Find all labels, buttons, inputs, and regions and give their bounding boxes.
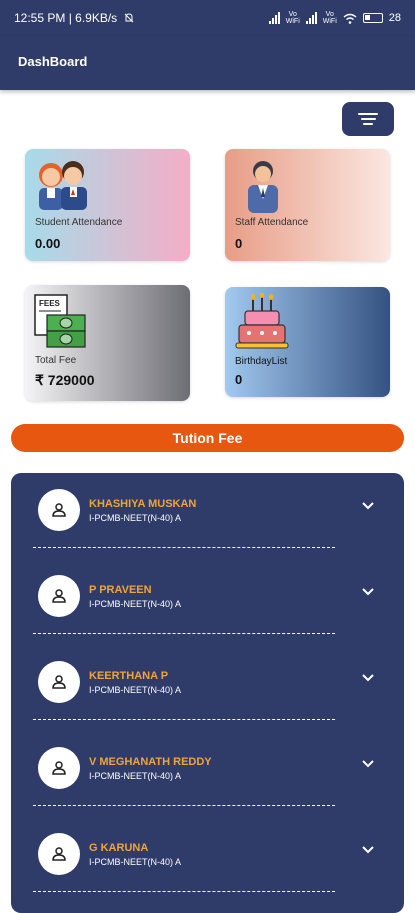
app-bar: DashBoard xyxy=(0,36,415,90)
staff-attendance-card[interactable]: Staff Attendance 0 xyxy=(225,149,390,261)
total-fee-label: Total Fee xyxy=(35,355,77,366)
student-attendance-card[interactable]: Student Attendance 0.00 xyxy=(25,149,190,261)
students-icon xyxy=(39,161,87,210)
avatar xyxy=(38,489,80,531)
battery-icon xyxy=(362,13,383,23)
chevron-down-icon[interactable] xyxy=(361,673,375,683)
birthday-list-card[interactable]: BirthdayList 0 xyxy=(225,287,390,397)
list-item[interactable]: P PRAVEEN I-PCMB-NEET(N-40) A xyxy=(11,559,404,645)
sort-lines-icon xyxy=(358,113,378,115)
chevron-down-icon[interactable] xyxy=(361,759,375,769)
chevron-down-icon[interactable] xyxy=(361,845,375,855)
student-list: KHASHIYA MUSKAN I-PCMB-NEET(N-40) A P PR… xyxy=(11,473,404,913)
student-name: KEERTHANA P xyxy=(89,670,169,682)
person-icon xyxy=(52,847,66,861)
staff-attendance-value: 0 xyxy=(235,236,243,251)
student-name: V MEGHANATH REDDY xyxy=(89,756,212,768)
divider xyxy=(33,891,335,892)
chevron-down-icon[interactable] xyxy=(361,587,375,597)
birthday-cake-icon xyxy=(235,293,289,349)
total-fee-value: ₹ 729000 xyxy=(35,372,95,388)
tution-fee-label: Tution Fee xyxy=(172,430,243,446)
list-item[interactable]: V MEGHANATH REDDY I-PCMB-NEET(N-40) A xyxy=(11,731,404,817)
sort-line-2 xyxy=(360,118,376,120)
sort-filter-button[interactable] xyxy=(342,102,394,136)
divider xyxy=(33,805,335,806)
avatar xyxy=(38,575,80,617)
signal-icon xyxy=(268,12,280,24)
page-title: DashBoard xyxy=(18,54,88,69)
student-class: I-PCMB-NEET(N-40) A xyxy=(89,599,182,609)
person-icon xyxy=(52,503,66,517)
avatar xyxy=(38,747,80,789)
birthday-list-value: 0 xyxy=(235,372,243,387)
fees-money-icon: FEES xyxy=(34,294,86,348)
person-icon xyxy=(52,761,66,775)
status-bar: 12:55 PM | 6.9KB/s Vo WiFi Vo WiFi 28 xyxy=(0,0,415,36)
student-class: I-PCMB-NEET(N-40) A xyxy=(89,685,182,695)
signal-icon-2 xyxy=(305,12,317,24)
list-item[interactable]: G KARUNA I-PCMB-NEET(N-40) A xyxy=(11,817,404,903)
birthday-list-label: BirthdayList xyxy=(235,356,288,367)
student-class: I-PCMB-NEET(N-40) A xyxy=(89,513,182,523)
student-name: KHASHIYA MUSKAN xyxy=(89,498,197,510)
volte-wifi-label-2: Vo WiFi xyxy=(322,11,337,25)
status-time: 12:55 PM | 6.9KB/s xyxy=(14,11,118,25)
volte-wifi-label-1: Vo WiFi xyxy=(285,11,300,25)
list-item[interactable]: KHASHIYA MUSKAN I-PCMB-NEET(N-40) A xyxy=(11,473,404,559)
avatar xyxy=(38,661,80,703)
student-name: G KARUNA xyxy=(89,842,149,854)
staff-attendance-label: Staff Attendance xyxy=(235,217,309,228)
mute-bell-icon xyxy=(124,13,134,23)
student-class: I-PCMB-NEET(N-40) A xyxy=(89,857,182,867)
student-class: I-PCMB-NEET(N-40) A xyxy=(89,771,182,781)
tution-fee-button[interactable]: Tution Fee xyxy=(11,424,404,452)
avatar xyxy=(38,833,80,875)
student-attendance-label: Student Attendance xyxy=(35,217,123,228)
svg-text:FEES: FEES xyxy=(39,299,61,308)
person-icon xyxy=(52,589,66,603)
divider xyxy=(33,633,335,634)
sort-line-3 xyxy=(363,123,373,125)
battery-level: 28 xyxy=(388,12,401,24)
student-name: P PRAVEEN xyxy=(89,584,152,596)
chevron-down-icon[interactable] xyxy=(361,501,375,511)
person-icon xyxy=(52,675,66,689)
staff-icon xyxy=(248,161,278,213)
divider xyxy=(33,719,335,720)
student-attendance-value: 0.00 xyxy=(35,236,61,251)
list-item[interactable]: KEERTHANA P I-PCMB-NEET(N-40) A xyxy=(11,645,404,731)
divider xyxy=(33,547,335,548)
total-fee-card[interactable]: FEES Total Fee ₹ 729000 xyxy=(25,285,190,401)
wifi-icon xyxy=(343,13,357,24)
